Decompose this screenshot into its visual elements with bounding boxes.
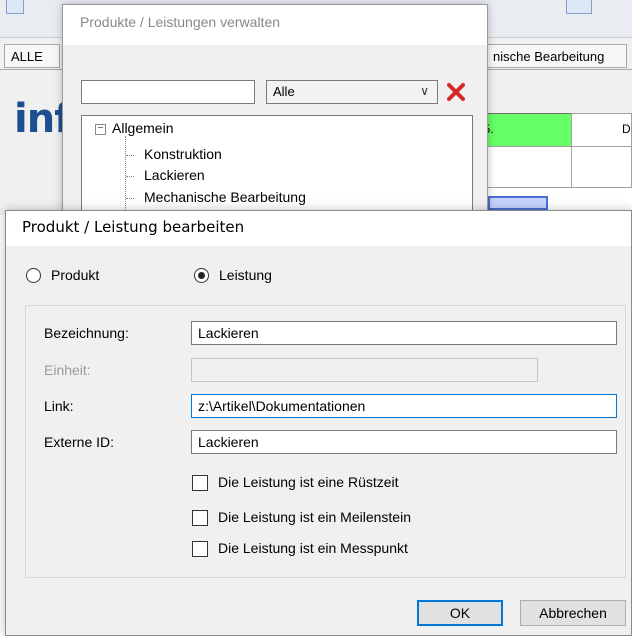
externe-id-label: Externe ID: [44, 434, 115, 450]
filter-selected-value: Alle [273, 84, 295, 99]
filter-select[interactable]: Alle ∨ [266, 80, 438, 104]
tab-alle[interactable]: ALLE [4, 44, 60, 68]
bezeichnung-label: Bezeichnung: [44, 325, 129, 341]
radio-leistung-label[interactable]: Leistung [219, 267, 272, 283]
tree-connector [126, 176, 134, 177]
tree-node-konstruktion[interactable]: Konstruktion [144, 146, 222, 162]
manage-window-title: Produkte / Leistungen verwalten [80, 14, 281, 30]
checkbox-messpunkt-label[interactable]: Die Leistung ist ein Messpunkt [218, 540, 408, 556]
toolbar-forward-icon[interactable] [566, 0, 592, 14]
ok-button[interactable]: OK [417, 600, 503, 626]
collapse-icon[interactable]: − [95, 124, 106, 135]
radio-selected-dot [198, 272, 205, 279]
tree-connector [126, 155, 134, 156]
checkbox-messpunkt[interactable] [192, 541, 208, 557]
link-label: Link: [44, 398, 74, 414]
tree-node-lackieren[interactable]: Lackieren [144, 167, 205, 183]
checkbox-meilenstein[interactable] [192, 510, 208, 526]
schedule-bar[interactable] [488, 196, 548, 210]
clear-filter-button[interactable] [442, 80, 470, 104]
cancel-button[interactable]: Abbrechen [520, 600, 626, 626]
radio-produkt[interactable] [26, 268, 41, 283]
toolbar-back-icon[interactable] [6, 0, 24, 14]
tree-node-allgemein[interactable]: Allgemein [112, 120, 173, 136]
chevron-down-icon: ∨ [420, 84, 429, 98]
externe-id-field[interactable]: Lackieren [191, 430, 617, 454]
grid-cell: D [571, 113, 632, 147]
einheit-field [191, 358, 538, 382]
dialog-title: Produkt / Leistung bearbeiten [22, 218, 245, 236]
grid-cell [571, 146, 632, 188]
tree-connector [126, 198, 134, 199]
checkbox-meilenstein-label[interactable]: Die Leistung ist ein Meilenstein [218, 509, 411, 525]
red-x-icon [447, 83, 465, 101]
radio-produkt-label[interactable]: Produkt [51, 267, 99, 283]
tab-mechanische-bearbeitung[interactable]: nische Bearbeitung [486, 44, 627, 68]
tree-node-mechanische-bearbeitung[interactable]: Mechanische Bearbeitung [144, 189, 306, 205]
bezeichnung-field[interactable]: Lackieren [191, 321, 617, 345]
grid-cell-text: D [622, 122, 631, 136]
checkbox-ruestzeit-label[interactable]: Die Leistung ist eine Rüstzeit [218, 474, 399, 490]
search-input[interactable] [81, 80, 255, 104]
checkbox-ruestzeit[interactable] [192, 475, 208, 491]
radio-leistung[interactable] [194, 268, 209, 283]
link-field[interactable]: z:\Artikel\Dokumentationen [191, 394, 617, 418]
einheit-label: Einheit: [44, 362, 91, 378]
